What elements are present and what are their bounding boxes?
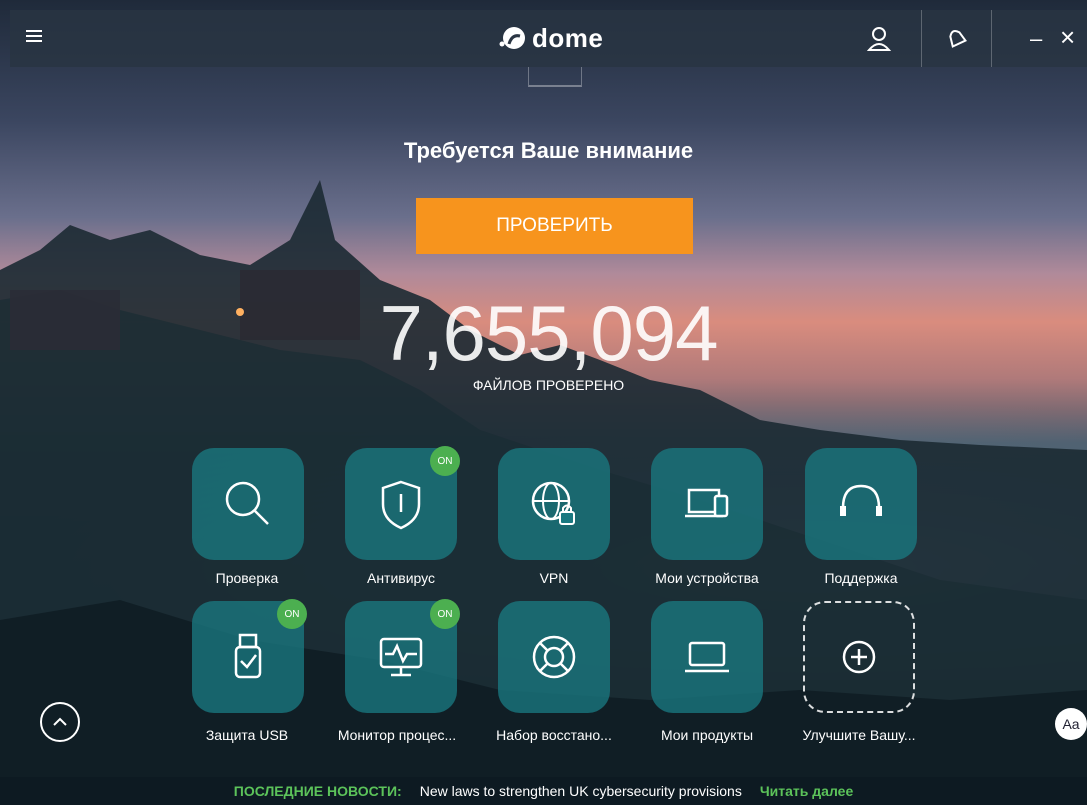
- titlebar-divider: [991, 10, 992, 67]
- chevron-up-icon: [53, 717, 67, 726]
- status-badge: ON: [430, 599, 460, 629]
- status-badge: ON: [277, 599, 307, 629]
- tile-label: Улучшите Вашу...: [802, 727, 916, 743]
- tile-vpn[interactable]: [498, 448, 610, 560]
- news-bar: ПОСЛЕДНИЕ НОВОСТИ: New laws to strengthe…: [0, 777, 1087, 805]
- tile-label: Проверка: [215, 570, 279, 586]
- status-badge: ON: [430, 446, 460, 476]
- shield-icon: [381, 480, 421, 530]
- search-icon: [225, 481, 269, 525]
- title-bar: dome – ×: [10, 10, 1087, 67]
- tile-my-devices[interactable]: [651, 448, 763, 560]
- app-window: dome – × Требуется Ваше внимание ПРОВЕРИ…: [0, 0, 1087, 805]
- tile-label: Монитор процес...: [337, 727, 457, 743]
- tile-label: Защита USB: [205, 727, 289, 743]
- tile-my-products[interactable]: [651, 601, 763, 713]
- logo-icon: [499, 27, 525, 49]
- globe-lock-icon: [531, 481, 575, 525]
- font-size-button[interactable]: Aa: [1055, 708, 1087, 740]
- status-message: Требуется Ваше внимание: [403, 138, 694, 163]
- tile-label: Мои устройства: [655, 570, 759, 586]
- bell-icon[interactable]: [942, 24, 972, 54]
- scroll-up-button[interactable]: [40, 702, 80, 742]
- files-counter: 7,655,094: [379, 289, 718, 377]
- tile-rescue-kit[interactable]: [498, 601, 610, 713]
- headset-icon: [840, 484, 882, 516]
- tile-label: Антивирус: [366, 570, 436, 586]
- usb-icon: [234, 633, 262, 679]
- minimize-button[interactable]: –: [1030, 26, 1042, 52]
- tile-label: Поддержка: [824, 570, 898, 586]
- close-button[interactable]: ×: [1060, 22, 1075, 53]
- plus-icon: [842, 640, 876, 674]
- logo-text: dome: [532, 22, 604, 53]
- lifebuoy-icon: [532, 635, 576, 679]
- tile-label: VPN: [539, 570, 569, 586]
- tile-upgrade[interactable]: [803, 601, 915, 713]
- hamburger-icon: [26, 30, 42, 32]
- scan-button[interactable]: ПРОВЕРИТЬ: [416, 198, 693, 254]
- panel-handle[interactable]: [528, 67, 582, 87]
- laptop-icon: [685, 641, 729, 673]
- monitor-pulse-icon: [379, 637, 423, 677]
- devices-icon: [685, 488, 729, 518]
- tile-support[interactable]: [805, 448, 917, 560]
- news-label: ПОСЛЕДНИЕ НОВОСТИ:: [233, 783, 402, 799]
- files-counter-label: ФАЙЛОВ ПРОВЕРЕНО: [472, 377, 625, 393]
- tile-scan[interactable]: [192, 448, 304, 560]
- tile-label: Набор восстано...: [496, 727, 612, 743]
- tile-label: Мои продукты: [660, 727, 754, 743]
- read-more-link[interactable]: Читать далее: [760, 783, 853, 799]
- user-icon[interactable]: [864, 24, 894, 54]
- titlebar-divider: [921, 10, 922, 67]
- menu-button[interactable]: [26, 27, 52, 51]
- app-logo: dome: [498, 23, 603, 53]
- news-headline[interactable]: New laws to strengthen UK cybersecurity …: [420, 783, 742, 799]
